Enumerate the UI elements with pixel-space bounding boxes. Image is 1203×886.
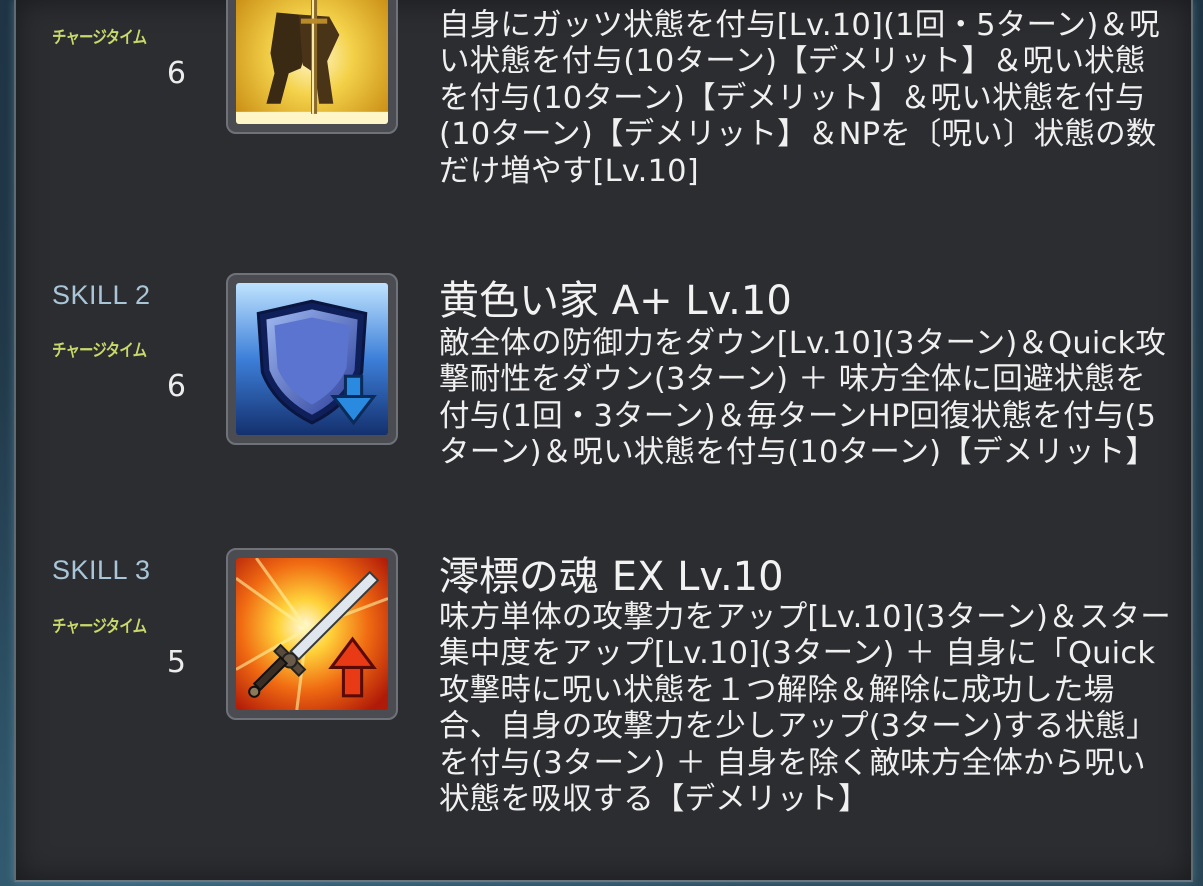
skill-2-icon-frame[interactable] <box>226 273 398 445</box>
skill-3-name: 澪標の魂 EX Lv.10 <box>439 554 784 600</box>
skill-1-icon-frame[interactable] <box>226 0 398 134</box>
shield-down-arrow-icon <box>236 283 388 435</box>
skill-panel: チャージタイム 6 自身にガッツ状態を付与[Lv.10](1回・5ターン)＆呪い… <box>14 0 1193 882</box>
charge-time-label: チャージタイム <box>52 28 147 48</box>
charge-time-label: チャージタイム <box>52 341 147 361</box>
skill-3-description: 味方単体の攻撃力をアップ[Lv.10](3ターン)＆スター集中度をアップ[Lv.… <box>439 600 1171 818</box>
skill-2-name: 黄色い家 A+ Lv.10 <box>439 278 792 324</box>
charge-time-value: 5 <box>166 645 186 680</box>
skill-2-description: 敵全体の防御力をダウン[Lv.10](3ターン)＆Quick攻撃耐性をダウン(3… <box>439 326 1167 471</box>
sword-up-arrow-icon <box>236 558 388 710</box>
charge-time-label: チャージタイム <box>52 617 147 637</box>
skill-3-icon-frame[interactable] <box>226 548 398 720</box>
skill-3-label: SKILL 3 <box>52 555 151 585</box>
charge-time-value: 6 <box>166 56 186 91</box>
charge-time-value: 6 <box>166 369 186 404</box>
skill-1-description: 自身にガッツ状態を付与[Lv.10](1回・5ターン)＆呪い状態を付与(10ター… <box>439 8 1160 189</box>
kneeling-warrior-sword-icon <box>236 0 388 124</box>
skill-2-label: SKILL 2 <box>52 280 151 310</box>
